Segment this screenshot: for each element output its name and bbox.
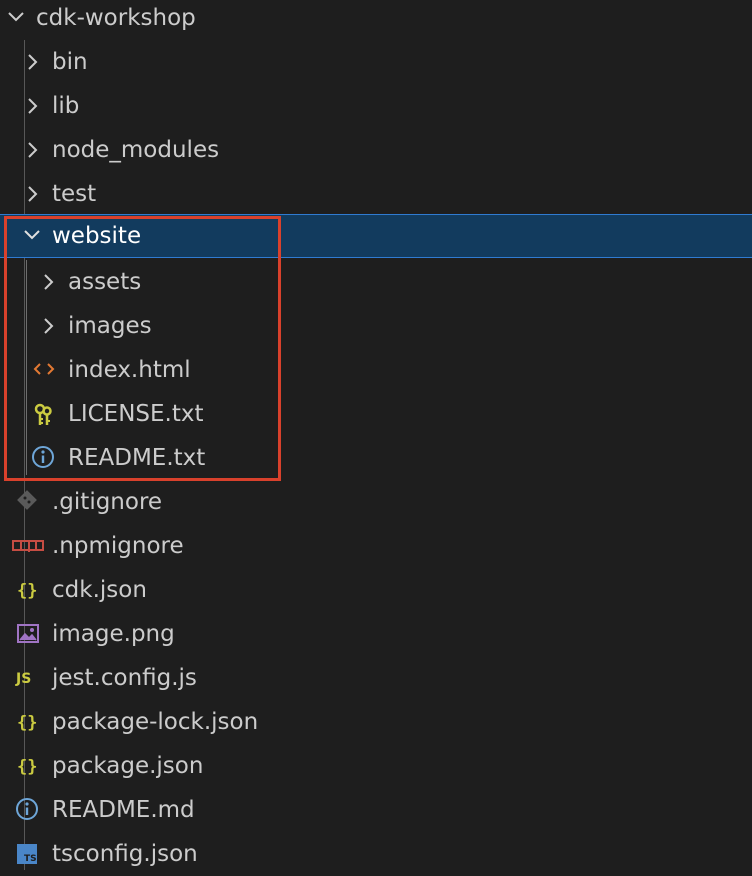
chevron-right-icon — [36, 304, 60, 348]
tree-item-label: website — [52, 223, 142, 249]
tree-item-label: image.png — [52, 621, 175, 647]
tree-item-label: package.json — [52, 753, 204, 779]
tree-item-bin[interactable]: bin — [0, 40, 752, 84]
tree-item-gitignore[interactable]: .gitignore — [0, 480, 752, 524]
tree-item-test[interactable]: test — [0, 172, 752, 216]
chevron-down-icon — [4, 0, 28, 40]
info-icon — [15, 797, 41, 823]
tree-item-images[interactable]: images — [0, 304, 752, 348]
tree-item-readme-txt[interactable]: README.txt — [0, 436, 752, 480]
tree-item-label: lib — [52, 93, 80, 119]
typescript-icon: TS — [15, 841, 41, 867]
tree-item-cdk-workshop[interactable]: cdk-workshop — [0, 0, 752, 40]
json-braces-icon: {} — [15, 709, 41, 735]
tree-item-jest-config[interactable]: JS jest.config.js — [0, 656, 752, 700]
chevron-right-icon — [20, 40, 44, 84]
json-braces-icon: {} — [15, 753, 41, 779]
tree-item-label: README.md — [52, 797, 195, 823]
tree-item-cdk-json[interactable]: {} cdk.json — [0, 568, 752, 612]
chevron-down-icon — [20, 214, 44, 258]
tree-item-label: node_modules — [52, 137, 220, 163]
tree-item-label: .gitignore — [52, 489, 163, 515]
tree-item-label: cdk-workshop — [36, 5, 196, 31]
tree-item-label: images — [68, 313, 152, 339]
svg-text:JS: JS — [15, 671, 31, 687]
svg-text:{}: {} — [17, 713, 37, 733]
tree-item-label: package-lock.json — [52, 709, 259, 735]
tree-item-label: assets — [68, 269, 142, 295]
tree-item-index-html[interactable]: index.html — [0, 348, 752, 392]
tree-item-npmignore[interactable]: .npmignore — [0, 524, 752, 568]
tree-item-label: README.txt — [68, 445, 206, 471]
tree-item-image-png[interactable]: image.png — [0, 612, 752, 656]
tree-item-node-modules[interactable]: node_modules — [0, 128, 752, 172]
tree-item-label: cdk.json — [52, 577, 147, 603]
info-icon — [31, 445, 57, 471]
npm-icon — [12, 533, 44, 559]
tree-item-label: jest.config.js — [52, 665, 197, 691]
tree-item-label: test — [52, 181, 97, 207]
key-icon — [32, 401, 58, 427]
html-code-icon — [32, 357, 58, 383]
tree-item-label: bin — [52, 49, 88, 75]
chevron-right-icon — [20, 172, 44, 216]
svg-text:TS: TS — [24, 854, 37, 864]
git-icon — [15, 489, 41, 515]
tree-item-assets[interactable]: assets — [0, 260, 752, 304]
json-braces-icon: {} — [15, 577, 41, 603]
javascript-icon: JS — [15, 665, 41, 691]
svg-text:{}: {} — [17, 757, 37, 777]
chevron-right-icon — [20, 84, 44, 128]
tree-item-license[interactable]: LICENSE.txt — [0, 392, 752, 436]
chevron-right-icon — [20, 128, 44, 172]
svg-text:{}: {} — [17, 581, 37, 601]
chevron-right-icon — [36, 260, 60, 304]
tree-item-label: tsconfig.json — [52, 841, 198, 867]
tree-item-website[interactable]: website — [0, 214, 752, 258]
file-explorer-tree: cdk-workshop bin lib node_modules test w… — [0, 0, 752, 870]
tree-item-label: index.html — [68, 357, 191, 383]
tree-item-readme-md[interactable]: README.md — [0, 788, 752, 832]
tree-item-label: LICENSE.txt — [68, 401, 204, 427]
tree-item-label: .npmignore — [52, 533, 184, 559]
tree-item-lib[interactable]: lib — [0, 84, 752, 128]
tree-item-package-json[interactable]: {} package.json — [0, 744, 752, 788]
image-icon — [15, 621, 41, 647]
tree-item-package-lock-json[interactable]: {} package-lock.json — [0, 700, 752, 744]
tree-item-tsconfig[interactable]: TS tsconfig.json — [0, 832, 752, 876]
